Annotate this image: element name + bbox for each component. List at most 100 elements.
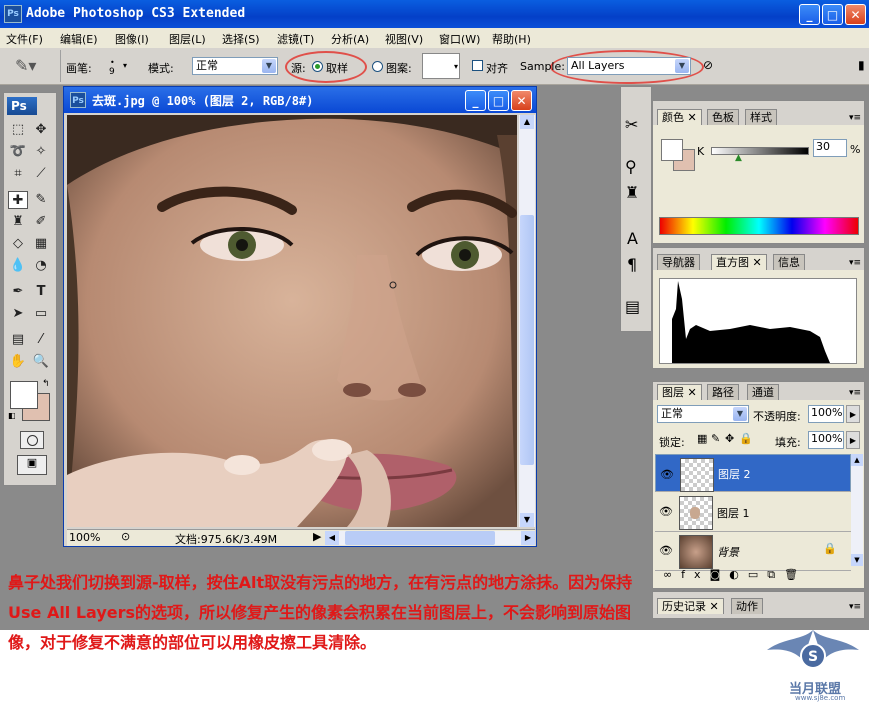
tab-history[interactable]: 历史记录 ✕ xyxy=(657,598,724,614)
hand-tool-icon[interactable]: ✋ xyxy=(8,353,28,371)
adjustment-layer-icon[interactable]: ◐ xyxy=(729,568,748,581)
fill-slider-arrow-icon[interactable]: ▶ xyxy=(846,431,860,449)
brush-picker[interactable]: • 9 ▾ xyxy=(103,55,129,79)
eraser-tool-icon[interactable]: ◇ xyxy=(8,235,28,253)
history-brush-tool-icon[interactable]: ✐ xyxy=(31,213,51,231)
panel-menu-icon[interactable]: ▾≡ xyxy=(849,388,861,398)
crop-tool-icon[interactable]: ⌗ xyxy=(8,165,28,183)
zoom-tool-icon[interactable]: 🔍 xyxy=(31,353,51,371)
doc-maximize-button[interactable]: □ xyxy=(488,90,509,111)
lock-image-icon[interactable]: ✎ xyxy=(711,432,720,445)
blend-mode-select[interactable]: 正常 ▼ xyxy=(657,405,749,423)
sample-select[interactable]: All Layers ▼ xyxy=(567,57,691,75)
canvas-photo[interactable] xyxy=(67,115,517,527)
tab-histogram[interactable]: 直方图 ✕ xyxy=(711,254,767,270)
eye-icon[interactable]: 👁 xyxy=(659,505,673,518)
tab-paths[interactable]: 路径 xyxy=(707,384,739,400)
lock-transparency-icon[interactable]: ▦ xyxy=(697,432,707,445)
k-value-input[interactable]: 30 xyxy=(813,139,847,157)
character-icon[interactable]: A xyxy=(627,229,638,248)
scroll-thumb[interactable] xyxy=(520,215,534,465)
layer-style-icon[interactable]: fx xyxy=(681,568,709,581)
status-arrow-icon[interactable]: ▶ xyxy=(313,530,321,543)
healing-brush-preset-icon[interactable]: ✎▾ xyxy=(15,56,36,75)
layer-row[interactable]: 👁 图层 2 xyxy=(655,454,851,492)
close-button[interactable]: ✕ xyxy=(845,4,866,25)
paragraph-icon[interactable]: ¶ xyxy=(627,255,637,274)
lock-position-icon[interactable]: ✥ xyxy=(725,432,734,445)
slice-tool-icon[interactable]: ⟋ xyxy=(31,165,51,183)
eye-icon[interactable]: 👁 xyxy=(659,544,673,557)
panel-menu-icon[interactable]: ▾≡ xyxy=(849,113,861,123)
menu-edit[interactable]: 编辑(E) xyxy=(60,31,98,47)
brush-tool-icon[interactable]: ✎ xyxy=(31,191,51,209)
tab-channels[interactable]: 通道 xyxy=(747,384,779,400)
scroll-right-icon[interactable]: ▶ xyxy=(521,531,535,545)
delete-layer-icon[interactable]: 🗑 xyxy=(784,568,807,581)
marquee-tool-icon[interactable]: ⬚ xyxy=(8,121,28,139)
default-colors-icon[interactable]: ◧ xyxy=(8,411,16,420)
blur-tool-icon[interactable]: 💧 xyxy=(8,257,28,275)
scroll-up-icon[interactable]: ▲ xyxy=(520,115,534,129)
panel-menu-icon[interactable]: ▾≡ xyxy=(849,602,861,612)
pattern-picker[interactable]: ▾ xyxy=(422,53,460,79)
k-slider[interactable] xyxy=(711,147,809,155)
scroll-down-icon[interactable]: ▼ xyxy=(851,554,863,566)
tab-navigator[interactable]: 导航器 xyxy=(657,254,700,270)
mode-select[interactable]: 正常 ▼ xyxy=(192,57,278,75)
layer-row[interactable]: 👁 图层 1 xyxy=(655,493,851,532)
layer-mask-icon[interactable]: ◙ xyxy=(710,568,730,581)
menu-filter[interactable]: 滤镜(T) xyxy=(277,31,314,47)
layer-comps-icon[interactable]: ▤ xyxy=(625,297,640,316)
horizontal-scrollbar[interactable]: ◀ ▶ xyxy=(325,531,535,545)
status-menu-icon[interactable]: ⊙ xyxy=(121,530,130,543)
screen-mode-icon[interactable]: ▣ xyxy=(17,455,47,475)
menu-select[interactable]: 选择(S) xyxy=(222,31,260,47)
color-spectrum-bar[interactable] xyxy=(659,217,859,235)
tool-presets-icon[interactable]: ✂ xyxy=(625,115,638,134)
swap-colors-icon[interactable]: ↰ xyxy=(42,379,50,389)
tab-info[interactable]: 信息 xyxy=(773,254,805,270)
menu-window[interactable]: 窗口(W) xyxy=(439,31,480,47)
magic-wand-tool-icon[interactable]: ✧ xyxy=(31,143,51,161)
quick-mask-icon[interactable] xyxy=(20,431,44,449)
healing-brush-tool-icon[interactable]: ✚ xyxy=(8,191,28,209)
dodge-tool-icon[interactable]: ◔ xyxy=(31,257,51,275)
doc-minimize-button[interactable]: _ xyxy=(465,90,486,111)
move-tool-icon[interactable]: ✥ xyxy=(31,121,51,139)
scroll-left-icon[interactable]: ◀ xyxy=(325,531,339,545)
panel-menu-icon[interactable]: ▾≡ xyxy=(849,258,861,268)
menu-file[interactable]: 文件(F) xyxy=(6,31,43,47)
gradient-tool-icon[interactable]: ▦ xyxy=(31,235,51,253)
link-layers-icon[interactable]: ∞ xyxy=(663,568,681,581)
h-scroll-thumb[interactable] xyxy=(345,531,495,545)
opacity-slider-arrow-icon[interactable]: ▶ xyxy=(846,405,860,423)
tab-actions[interactable]: 动作 xyxy=(731,598,763,614)
lock-all-icon[interactable]: 🔒 xyxy=(739,432,753,445)
foreground-color-swatch[interactable] xyxy=(10,381,38,409)
sampled-radio[interactable] xyxy=(312,61,323,72)
brushes-icon[interactable]: ⚲ xyxy=(625,157,637,176)
tab-color[interactable]: 颜色 ✕ xyxy=(657,109,702,125)
eyedropper-tool-icon[interactable]: ⁄ xyxy=(31,331,51,349)
ignore-adjustment-layers-icon[interactable]: ⊘ xyxy=(703,58,713,72)
menu-analysis[interactable]: 分析(A) xyxy=(331,31,369,47)
doc-close-button[interactable]: ✕ xyxy=(511,90,532,111)
new-layer-icon[interactable]: ⧉ xyxy=(767,568,784,581)
opacity-input[interactable]: 100% xyxy=(808,405,844,423)
eye-icon[interactable]: 👁 xyxy=(660,467,674,483)
minimize-button[interactable]: _ xyxy=(799,4,820,25)
clone-source-icon[interactable]: ♜ xyxy=(625,183,639,202)
tab-layers[interactable]: 图层 ✕ xyxy=(657,384,702,400)
maximize-button[interactable]: □ xyxy=(822,4,843,25)
menu-image[interactable]: 图像(I) xyxy=(115,31,149,47)
path-selection-tool-icon[interactable]: ➤ xyxy=(8,305,28,323)
palette-well-icon[interactable]: ▮ xyxy=(858,58,865,72)
pattern-radio[interactable] xyxy=(372,61,383,72)
scroll-up-icon[interactable]: ▲ xyxy=(851,454,863,466)
shape-tool-icon[interactable]: ▭ xyxy=(31,305,51,323)
scroll-down-icon[interactable]: ▼ xyxy=(520,513,534,527)
menu-help[interactable]: 帮助(H) xyxy=(492,31,531,47)
tab-swatches[interactable]: 色板 xyxy=(707,109,739,125)
fill-input[interactable]: 100% xyxy=(808,431,844,449)
